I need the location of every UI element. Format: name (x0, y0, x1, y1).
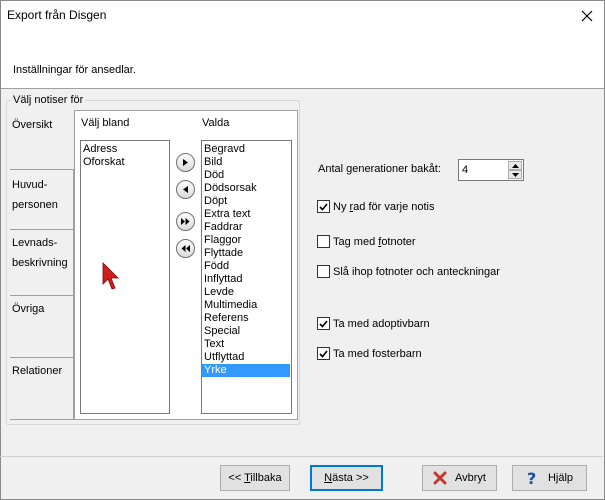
next-button[interactable]: Nästa >> (310, 465, 383, 491)
checkbox-box[interactable] (317, 347, 330, 360)
checkbox-box[interactable] (317, 317, 330, 330)
footer-separator (0, 456, 603, 457)
list-item[interactable]: Utflyttad (202, 351, 290, 364)
chevron-down-icon (511, 172, 519, 177)
checkbox-box[interactable] (317, 235, 330, 248)
checkmark-icon (319, 349, 328, 358)
cancel-icon (433, 471, 447, 485)
generations-label: Antal generationer bakåt: (318, 163, 441, 175)
window-title: Export från Disgen (7, 8, 107, 22)
checkmark-icon (319, 319, 328, 328)
help-button-label: Hjälp (547, 472, 574, 484)
list-item[interactable]: Adress (81, 143, 169, 156)
checkbox-box[interactable] (317, 265, 330, 278)
list-item[interactable]: Multimedia (202, 299, 290, 312)
available-label: Välj bland (81, 117, 130, 129)
arrow-left-icon (183, 186, 188, 193)
tab-oversikt[interactable]: Översikt (10, 110, 74, 170)
checkbox-label: Ny rad för varje notis (333, 200, 435, 213)
mouse-cursor-icon (102, 262, 119, 290)
list-item[interactable]: Faddrar (202, 221, 290, 234)
list-item[interactable]: Referens (202, 312, 290, 325)
checkmark-icon (319, 202, 328, 211)
checkbox-box[interactable] (317, 200, 330, 213)
list-item[interactable]: Flyttade (202, 247, 290, 260)
tab-relationer[interactable]: Relationer (10, 358, 74, 420)
tab-huvudpersonen[interactable]: Huvud- personen (10, 170, 74, 230)
spin-up-button[interactable] (508, 161, 522, 170)
checkbox-label: Ta med adoptivbarn (333, 317, 430, 330)
list-item[interactable]: Oforskat (81, 156, 169, 169)
close-button[interactable] (570, 1, 604, 31)
list-item[interactable]: Död (202, 169, 290, 182)
back-button-label: << Tillbaka (228, 472, 282, 484)
merge-notes-checkbox[interactable]: Slå ihop fotnoter och anteckningar (317, 265, 500, 278)
list-item[interactable]: Född (202, 260, 290, 273)
list-item[interactable]: Dödsorsak (202, 182, 290, 195)
checkbox-label: Tag med fotnoter (333, 235, 416, 248)
list-item[interactable]: Special (202, 325, 290, 338)
double-arrow-left-icon (181, 245, 190, 252)
spin-down-button[interactable] (508, 170, 522, 179)
arrow-right-icon (183, 159, 188, 166)
generations-value: 4 (462, 164, 469, 176)
foster-children-checkbox[interactable]: Ta med fosterbarn (317, 347, 422, 360)
svg-text:?: ? (527, 470, 536, 486)
remove-one-button[interactable] (176, 180, 195, 199)
checkbox-label: Slå ihop fotnoter och anteckningar (333, 265, 500, 278)
list-item[interactable]: Döpt (202, 195, 290, 208)
footnotes-checkbox[interactable]: Tag med fotnoter (317, 235, 416, 248)
help-button[interactable]: ? Hjälp (512, 465, 587, 491)
remove-all-button[interactable] (176, 239, 195, 258)
add-one-button[interactable] (176, 153, 195, 172)
add-all-button[interactable] (176, 212, 195, 231)
title-bar: Export från Disgen (1, 1, 604, 31)
back-button[interactable]: << Tillbaka (220, 465, 290, 491)
list-item[interactable]: Flaggor (202, 234, 290, 247)
list-item[interactable]: Inflyttad (202, 273, 290, 286)
list-item[interactable]: Extra text (202, 208, 290, 221)
generations-spinner[interactable]: 4 (458, 159, 524, 181)
list-item[interactable]: Bild (202, 156, 290, 169)
close-icon (581, 10, 593, 22)
list-item-selected[interactable]: Yrke (202, 364, 290, 377)
tab-label: Övriga (12, 303, 45, 315)
selected-list[interactable]: Begravd Bild Död Dödsorsak Döpt Extra te… (201, 140, 292, 414)
list-item[interactable]: Begravd (202, 143, 290, 156)
chevron-up-icon (511, 163, 519, 168)
header-text: Inställningar för ansedlar. (13, 64, 136, 76)
list-item[interactable]: Levde (202, 286, 290, 299)
next-button-label: Nästa >> (324, 472, 369, 484)
help-icon: ? (526, 470, 540, 486)
selected-label: Valda (202, 117, 230, 129)
header-band: Inställningar för ansedlar. (1, 31, 604, 89)
tab-label: Översikt (12, 119, 53, 131)
tab-ovriga[interactable]: Övriga (10, 296, 74, 358)
double-arrow-right-icon (181, 218, 190, 225)
tab-label: beskrivning (12, 257, 68, 269)
cancel-button[interactable]: Avbryt (422, 465, 497, 491)
cancel-button-label: Avbryt (455, 472, 486, 484)
checkbox-label: Ta med fosterbarn (333, 347, 422, 360)
new-row-checkbox[interactable]: Ny rad för varje notis (317, 200, 435, 213)
available-list[interactable]: Adress Oforskat (80, 140, 170, 414)
tab-label: Relationer (12, 365, 63, 377)
group-label: Välj notiser för (11, 94, 86, 106)
list-item[interactable]: Text (202, 338, 290, 351)
adoptive-children-checkbox[interactable]: Ta med adoptivbarn (317, 317, 430, 330)
tab-label: personen (12, 199, 58, 211)
tab-levnadsbeskrivning[interactable]: Levnads- beskrivning (10, 230, 74, 296)
